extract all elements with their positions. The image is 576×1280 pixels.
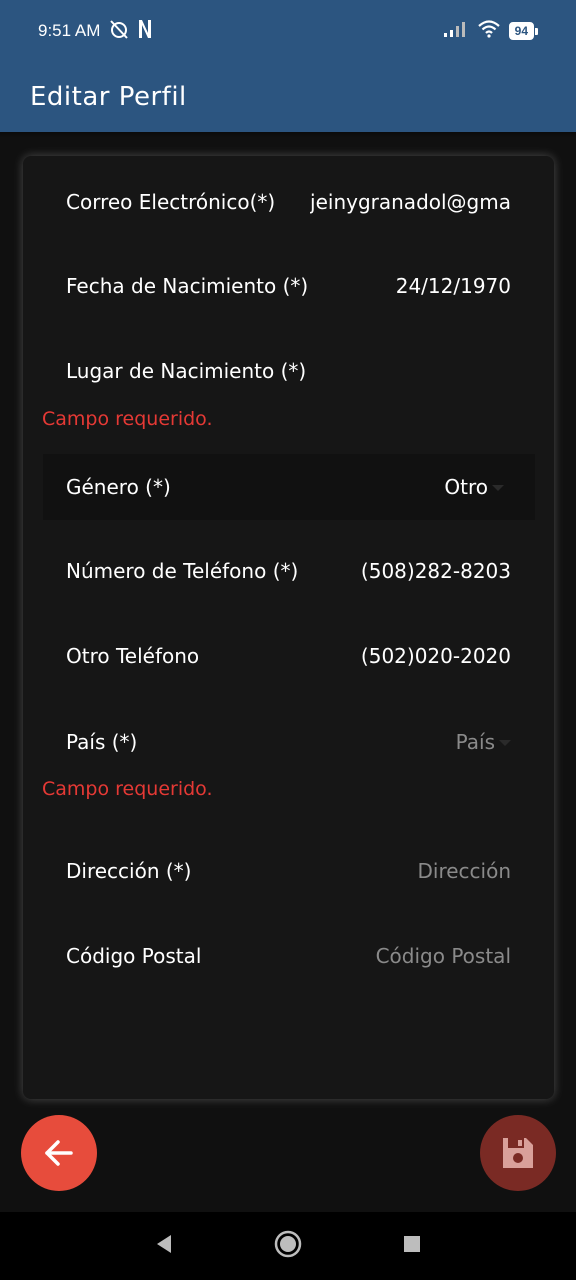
profile-form-card: Correo Electrónico(*) jeinygranadol@gma … — [23, 156, 554, 1099]
country-row[interactable]: País (*) País — [23, 712, 554, 772]
postal-code-row[interactable]: Código Postal Código Postal — [23, 926, 554, 986]
netflix-n-icon — [138, 19, 152, 44]
address-row[interactable]: Dirección (*) Dirección — [23, 841, 554, 901]
app-bar-shadow — [0, 132, 576, 138]
birth-date-input[interactable]: 24/12/1970 — [396, 274, 511, 298]
chevron-down-icon — [492, 485, 504, 491]
floppy-disk-icon — [503, 1138, 533, 1168]
back-button[interactable] — [21, 1115, 97, 1191]
other-phone-row[interactable]: Otro Teléfono (502)020-2020 — [23, 626, 554, 686]
birth-place-label: Lugar de Nacimiento (*) — [66, 359, 307, 383]
email-input[interactable]: jeinygranadol@gma — [310, 190, 511, 214]
other-phone-input[interactable]: (502)020-2020 — [361, 644, 511, 668]
country-dropdown[interactable]: País — [456, 730, 511, 754]
birth-date-row[interactable]: Fecha de Nacimiento (*) 24/12/1970 — [23, 256, 554, 316]
status-bar: 9:51 AM 94 — [0, 0, 576, 62]
postal-code-input[interactable]: Código Postal — [376, 944, 511, 968]
phone-input[interactable]: (508)282-8203 — [361, 559, 511, 583]
nav-back-icon[interactable] — [154, 1233, 174, 1259]
page-title: Editar Perfil — [30, 82, 187, 112]
system-nav-bar — [0, 1212, 576, 1280]
alarm-off-icon — [108, 18, 130, 45]
arrow-left-icon — [45, 1140, 73, 1166]
birth-place-row[interactable]: Lugar de Nacimiento (*) — [23, 341, 554, 401]
phone-row[interactable]: Número de Teléfono (*) (508)282-8203 — [23, 541, 554, 601]
chevron-down-icon — [499, 740, 511, 746]
email-label: Correo Electrónico(*) — [66, 190, 276, 214]
battery-level: 94 — [508, 22, 534, 40]
birth-date-label: Fecha de Nacimiento (*) — [66, 274, 309, 298]
other-phone-label: Otro Teléfono — [66, 644, 200, 668]
signal-icon — [443, 20, 469, 43]
save-button[interactable] — [480, 1115, 556, 1191]
country-label: País (*) — [66, 730, 138, 754]
birth-place-error: Campo requerido. — [42, 408, 213, 430]
postal-code-label: Código Postal — [66, 944, 202, 968]
gender-value: Otro — [444, 475, 488, 499]
nav-recents-icon[interactable] — [402, 1234, 422, 1258]
country-error: Campo requerido. — [42, 778, 213, 800]
status-time: 9:51 AM — [38, 21, 101, 40]
gender-row[interactable]: Género (*) Otro — [43, 454, 535, 520]
phone-label: Número de Teléfono (*) — [66, 559, 299, 583]
country-placeholder: País — [455, 730, 495, 754]
gender-dropdown[interactable]: Otro — [444, 475, 504, 499]
email-row[interactable]: Correo Electrónico(*) jeinygranadol@gma — [23, 172, 554, 232]
gender-label: Género (*) — [66, 475, 171, 499]
wifi-icon — [477, 19, 501, 44]
address-input[interactable]: Dirección — [417, 859, 511, 883]
nav-home-icon[interactable] — [274, 1230, 302, 1262]
address-label: Dirección (*) — [66, 859, 192, 883]
battery-icon: 94 — [508, 22, 538, 40]
app-bar: Editar Perfil — [0, 62, 576, 132]
